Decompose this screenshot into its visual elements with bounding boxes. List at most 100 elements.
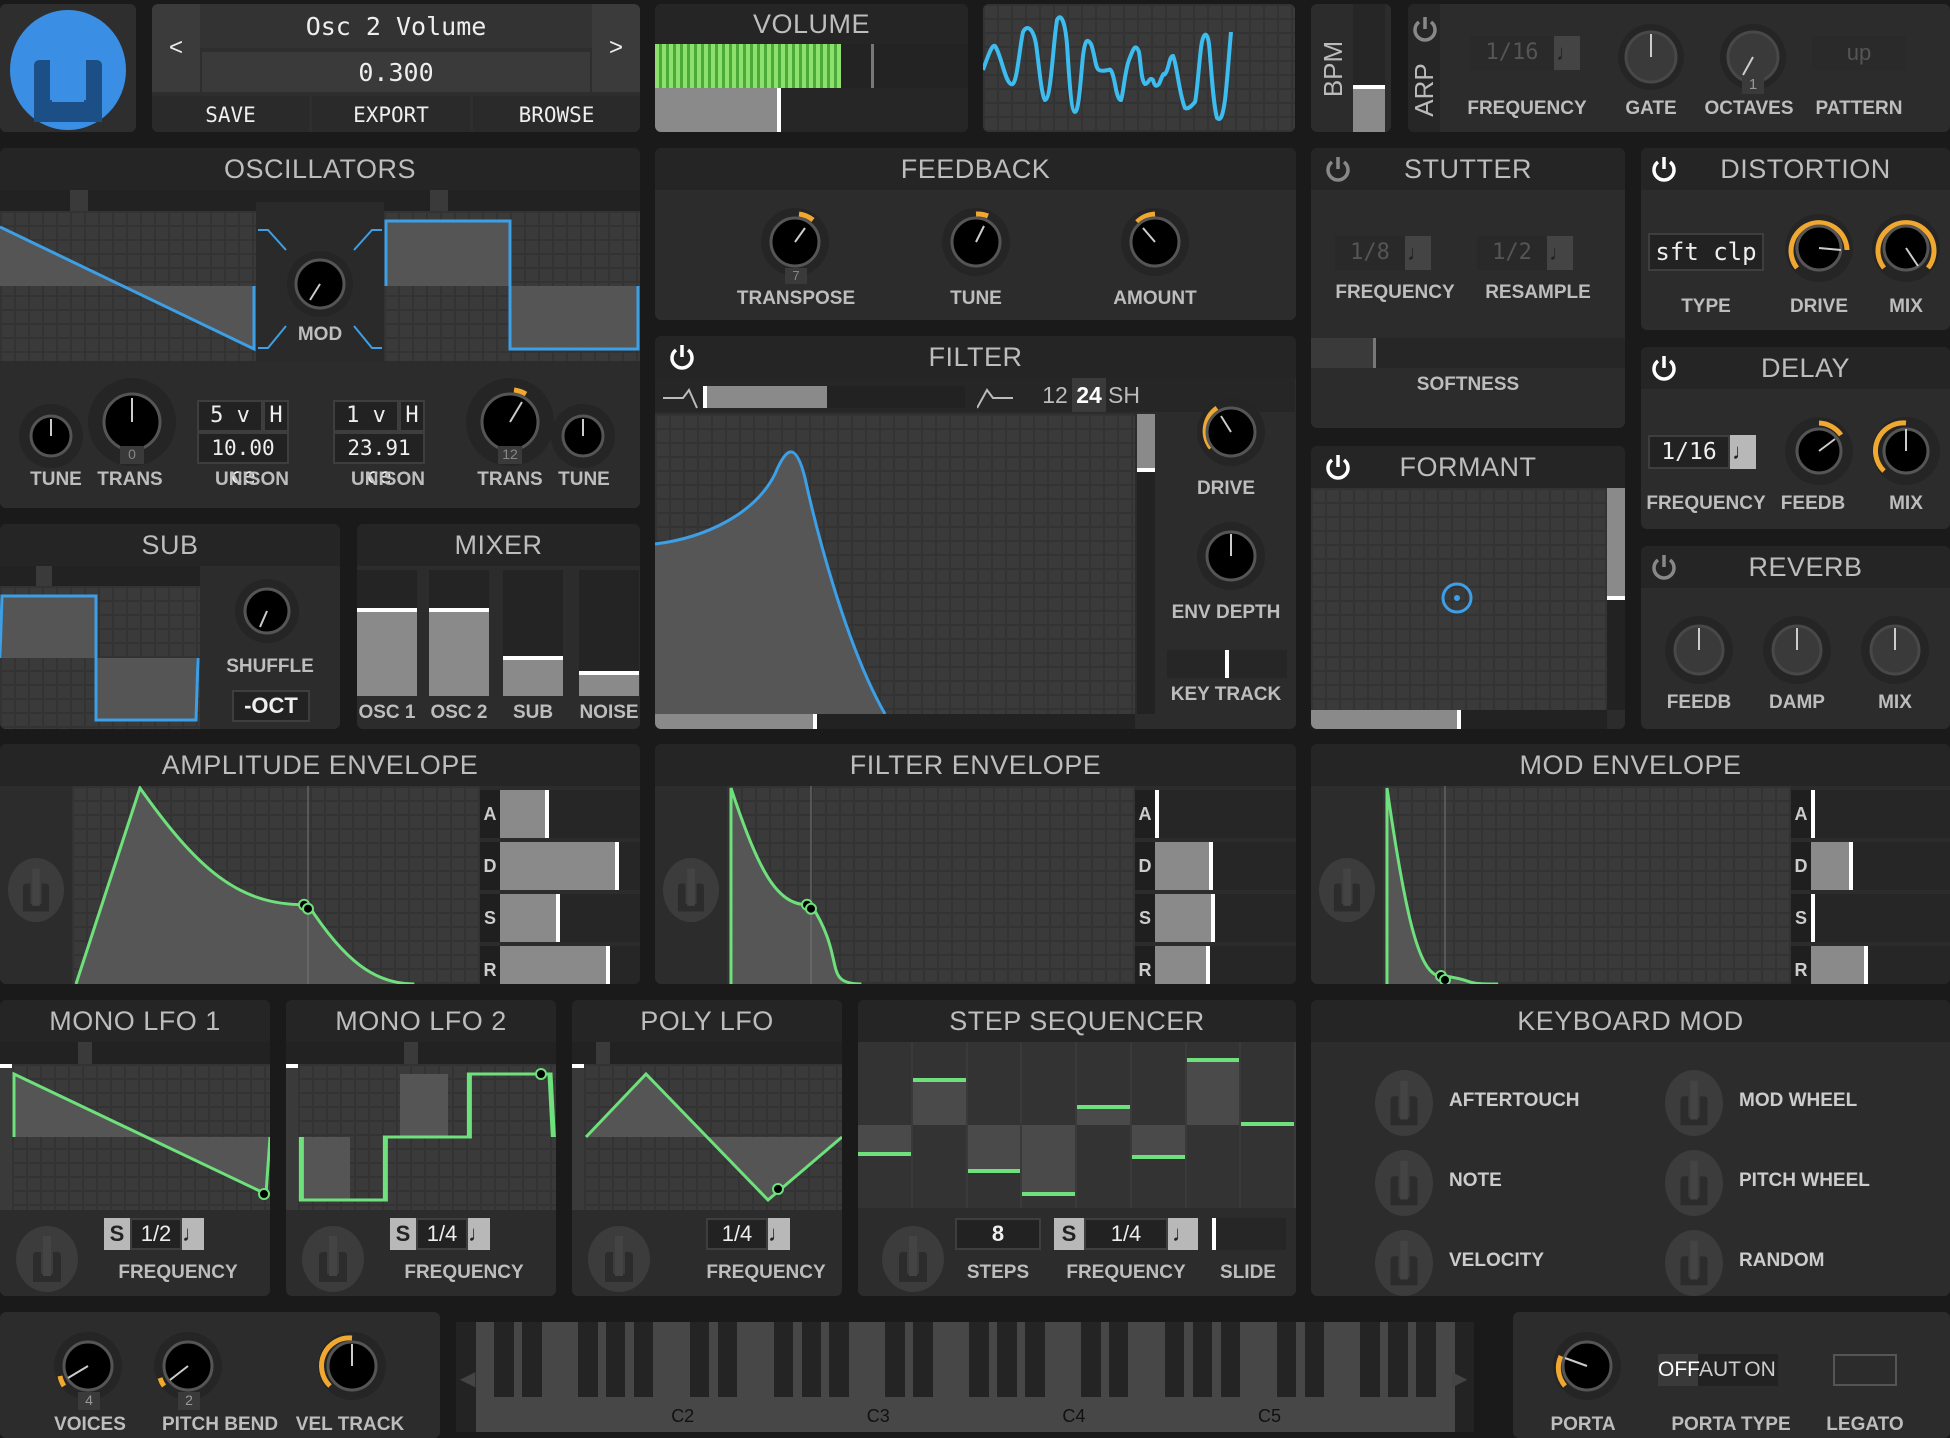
filter-slope-24[interactable]: 24 — [1072, 378, 1106, 412]
black-key[interactable] — [997, 1322, 1017, 1397]
black-key[interactable] — [1360, 1322, 1380, 1397]
black-key[interactable] — [1164, 1322, 1185, 1397]
mod-env-mod-source-icon[interactable] — [1319, 858, 1375, 922]
step-seq-step[interactable] — [1077, 1042, 1130, 1208]
pitch-wheel-mod-source-icon[interactable] — [1665, 1150, 1723, 1216]
arp-gate-knob[interactable] — [1614, 20, 1688, 94]
filter-env-s-slider[interactable] — [1155, 894, 1296, 942]
filter-env-slider-handle[interactable] — [1211, 894, 1215, 942]
poly-lfo-tempo-icon[interactable]: ♩ — [768, 1218, 790, 1250]
amp-env-slider-handle[interactable] — [556, 894, 560, 942]
distortion-power-icon[interactable] — [1649, 154, 1679, 184]
filter-blend-handle[interactable] — [703, 386, 707, 408]
osc2-wave-handle[interactable] — [430, 190, 448, 212]
stutter-softness-slider[interactable] — [1311, 338, 1625, 368]
reverb-power-icon[interactable] — [1649, 552, 1679, 582]
bpm-slider[interactable] — [1353, 4, 1385, 132]
filter-env-release-point[interactable] — [805, 902, 817, 915]
step-seq-sync-toggle[interactable]: S — [1054, 1218, 1084, 1250]
octave-up-icon[interactable]: ▶ — [1452, 1366, 1467, 1391]
arp-tempo-sync-icon[interactable]: ♩ — [1554, 36, 1580, 70]
amp-env-slider-handle[interactable] — [615, 842, 619, 890]
black-key[interactable] — [689, 1322, 710, 1397]
black-key[interactable] — [1220, 1322, 1241, 1397]
filter-slope-sh[interactable]: SH — [1106, 378, 1142, 412]
black-key[interactable] — [1192, 1322, 1213, 1397]
mono-lfo1-amount-slider[interactable] — [0, 1064, 12, 1210]
black-key[interactable] — [1304, 1322, 1325, 1397]
step-seq-step[interactable] — [1186, 1042, 1240, 1208]
mod-env-graph[interactable] — [1383, 786, 1791, 984]
mixer-handle[interactable] — [503, 656, 563, 660]
mod-env-release-point[interactable] — [1439, 974, 1451, 984]
arp-power-icon[interactable] — [1410, 14, 1440, 44]
osc2-voices-selector[interactable]: 1 v — [333, 400, 399, 432]
formant-y-slider[interactable] — [1607, 488, 1625, 710]
osc1-harmonize-toggle[interactable]: H — [263, 400, 289, 432]
mono-lfo1-amount-handle[interactable] — [0, 1064, 12, 1068]
filter-cutoff-slider[interactable] — [655, 714, 1135, 729]
formant-x-slider[interactable] — [1311, 710, 1607, 729]
mixer-handle[interactable] — [579, 671, 639, 675]
osc-mod-knob[interactable] — [284, 248, 356, 320]
amp-env-release-point[interactable] — [302, 902, 314, 915]
delay-mix-knob[interactable] — [1868, 413, 1944, 489]
mono-lfo1-frequency-selector[interactable]: 1/2 — [130, 1218, 182, 1250]
step-seq-step[interactable] — [858, 1042, 911, 1208]
mono-lfo2-tempo-icon[interactable]: ♩ — [468, 1218, 490, 1250]
next-patch-button[interactable]: > — [592, 4, 640, 92]
formant-y-handle[interactable] — [1607, 596, 1625, 600]
filter-env-slider-handle[interactable] — [1155, 790, 1159, 838]
black-key[interactable] — [717, 1322, 738, 1397]
export-button[interactable]: EXPORT — [312, 96, 470, 132]
black-key[interactable] — [522, 1322, 542, 1397]
amp-env-d-slider[interactable] — [500, 842, 640, 890]
black-key[interactable] — [1025, 1322, 1045, 1397]
osc1-tune-knob[interactable] — [16, 401, 86, 471]
filter-cutoff-handle[interactable] — [813, 714, 817, 729]
mod-env-slider-handle[interactable] — [1864, 946, 1868, 984]
black-key[interactable] — [605, 1322, 626, 1397]
mixer-osc2-slider[interactable] — [429, 570, 489, 696]
distortion-drive-knob[interactable] — [1781, 210, 1857, 286]
filter-blend-slider[interactable] — [703, 386, 965, 408]
feedback-tune-knob[interactable] — [938, 204, 1014, 280]
poly-lfo-mod-source-icon[interactable] — [588, 1226, 650, 1292]
mixer-osc1-slider[interactable] — [357, 570, 417, 696]
mono-lfo1-sync-toggle[interactable]: S — [104, 1218, 130, 1250]
delay-frequency-selector[interactable]: 1/16 — [1648, 435, 1730, 469]
aftertouch-mod-source-icon[interactable] — [1375, 1070, 1433, 1136]
filter-env-d-slider[interactable] — [1155, 842, 1296, 890]
osc2-waveform[interactable] — [384, 211, 640, 361]
step-seq-step[interactable] — [967, 1042, 1021, 1208]
step-seq-step[interactable] — [1022, 1042, 1075, 1208]
osc1-voices-selector[interactable]: 5 v — [197, 400, 263, 432]
black-key[interactable] — [1416, 1322, 1436, 1397]
osc2-detune-field[interactable]: 23.91 ce — [333, 432, 425, 488]
step-seq-step[interactable] — [1131, 1042, 1185, 1208]
mixer-sub-slider[interactable] — [503, 570, 563, 696]
poly-lfo-amount-slider[interactable] — [572, 1064, 584, 1210]
mixer-handle[interactable] — [429, 608, 489, 612]
mixer-noise-slider[interactable] — [579, 570, 639, 696]
filter-env-depth-knob[interactable] — [1193, 518, 1269, 594]
arp-pattern-selector[interactable]: up — [1812, 36, 1906, 70]
amp-env-slider-handle[interactable] — [606, 946, 610, 984]
keyboard[interactable]: ◀ ▶ C2 C3 C4 C5 — [456, 1322, 1474, 1432]
mod-wheel-mod-source-icon[interactable] — [1665, 1070, 1723, 1136]
step-seq-tempo-icon[interactable]: ♩ — [1168, 1218, 1198, 1250]
reverb-damp-knob[interactable] — [1759, 612, 1835, 688]
osc1-detune-field[interactable]: 10.00 ce — [197, 432, 289, 488]
amp-env-graph[interactable] — [72, 786, 480, 984]
step-seq-frequency-selector[interactable]: 1/4 — [1084, 1218, 1168, 1250]
mod-env-s-slider[interactable] — [1811, 894, 1950, 942]
mono-lfo2-amount-handle[interactable] — [286, 1064, 298, 1068]
black-key[interactable] — [829, 1322, 850, 1397]
poly-lfo-frequency-selector[interactable]: 1/4 — [706, 1218, 768, 1250]
random-mod-source-icon[interactable] — [1665, 1230, 1723, 1296]
black-key[interactable] — [494, 1322, 514, 1397]
mod-env-slider-handle[interactable] — [1811, 894, 1815, 942]
osc1-wave-handle[interactable] — [70, 190, 88, 212]
filter-env-r-slider[interactable] — [1155, 946, 1296, 984]
formant-x-handle[interactable] — [1457, 710, 1461, 729]
